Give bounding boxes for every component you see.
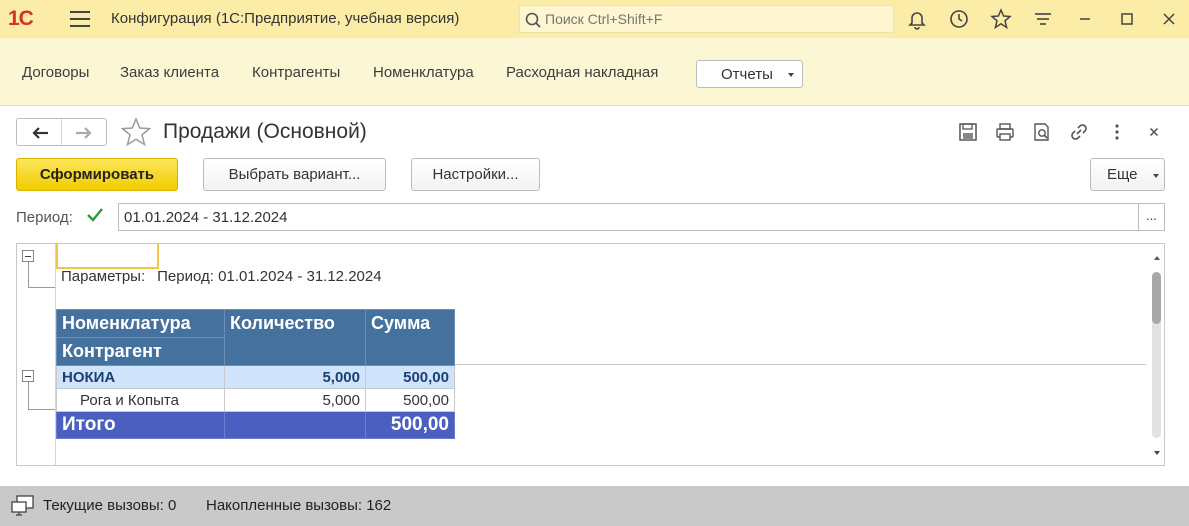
history-icon[interactable]	[948, 8, 970, 30]
close-icon[interactable]	[1158, 8, 1180, 30]
table-row-detail[interactable]: Рога и Копыта 5,000 500,00	[56, 388, 455, 412]
funnel-menu-icon[interactable]	[1032, 8, 1054, 30]
collapse-group-icon[interactable]	[22, 370, 34, 382]
performance-monitor-icon[interactable]	[10, 494, 36, 518]
section-customer-order[interactable]: Заказ клиента	[120, 64, 219, 81]
accumulated-calls: Накопленные вызовы: 162	[206, 497, 392, 514]
app-logo[interactable]: 1С	[8, 8, 52, 30]
selected-cell[interactable]	[56, 244, 159, 269]
link-icon[interactable]	[1068, 121, 1090, 143]
detail-quantity: 5,000	[224, 388, 366, 412]
report-table: Номенклатура Количество Сумма Контрагент…	[56, 309, 455, 439]
more-vertical-icon[interactable]	[1106, 121, 1128, 143]
group-quantity: 5,000	[224, 365, 366, 389]
preview-icon[interactable]	[1031, 121, 1053, 143]
print-icon[interactable]	[994, 121, 1016, 143]
main-menu-icon[interactable]	[70, 11, 90, 27]
total-quantity-empty	[224, 411, 366, 439]
minimize-icon[interactable]	[1074, 8, 1096, 30]
close-form-icon[interactable]	[1143, 121, 1165, 143]
reports-label: Отчеты	[721, 66, 773, 83]
arrow-right-icon	[76, 127, 92, 139]
group-name: НОКИА	[56, 365, 225, 389]
chevron-down-icon	[788, 73, 794, 77]
table-row-group[interactable]: НОКИА 5,000 500,00	[56, 365, 455, 389]
total-amount: 500,00	[365, 411, 455, 439]
form-title: Продажи (Основной)	[163, 120, 367, 143]
sections-panel: Договоры Заказ клиента Контрагенты Номен…	[0, 38, 1189, 106]
maximize-icon[interactable]	[1116, 8, 1138, 30]
search-box[interactable]	[519, 5, 894, 33]
header-amount: Сумма	[365, 309, 455, 366]
period-choose-button[interactable]: ...	[1138, 203, 1165, 231]
scroll-up-icon[interactable]	[1154, 256, 1160, 260]
period-value: 01.01.2024 - 31.12.2024	[124, 209, 288, 226]
choose-variant-button[interactable]: Выбрать вариант...	[203, 158, 386, 191]
more-button[interactable]: Еще	[1090, 158, 1165, 191]
section-contracts[interactable]: Договоры	[22, 64, 89, 81]
period-label: Период:	[16, 209, 73, 226]
forward-button[interactable]	[62, 119, 106, 145]
group-amount: 500,00	[365, 365, 455, 389]
title-bar: 1С Конфигурация (1С:Предприятие, учебная…	[0, 0, 1189, 38]
detail-name: Рога и Копыта	[56, 388, 225, 412]
params-label: Параметры:	[61, 268, 146, 285]
app-title: Конфигурация (1С:Предприятие, учебная ве…	[111, 10, 460, 27]
bell-icon[interactable]	[906, 8, 928, 30]
table-row-total[interactable]: Итого 500,00	[56, 411, 455, 439]
reports-button[interactable]: Отчеты	[696, 60, 803, 88]
section-sales-invoice[interactable]: Расходная накладная	[506, 64, 658, 81]
scroll-thumb[interactable]	[1152, 272, 1161, 438]
detail-amount: 500,00	[365, 388, 455, 412]
period-field[interactable]: 01.01.2024 - 31.12.2024	[118, 203, 1138, 231]
back-button[interactable]	[17, 119, 62, 145]
header-quantity: Количество	[224, 309, 366, 366]
collapse-params-icon[interactable]	[22, 250, 34, 262]
status-bar	[0, 486, 1189, 526]
total-label: Итого	[56, 411, 225, 439]
section-counterparties[interactable]: Контрагенты	[252, 64, 340, 81]
navigation-buttons	[16, 118, 107, 146]
more-label: Еще	[1107, 166, 1138, 183]
generate-button[interactable]: Сформировать	[16, 158, 178, 191]
current-calls: Текущие вызовы: 0	[43, 497, 177, 514]
settings-button[interactable]: Настройки...	[411, 158, 540, 191]
vertical-scrollbar[interactable]	[1150, 244, 1164, 465]
group-bracket	[28, 382, 55, 410]
chevron-down-icon	[1153, 174, 1159, 178]
scroll-down-icon[interactable]	[1154, 451, 1160, 455]
group-bracket	[28, 262, 55, 288]
period-checkbox[interactable]	[86, 206, 104, 224]
report-parameters: Параметры: Период: 01.01.2024 - 31.12.202…	[61, 268, 382, 285]
params-value: Период: 01.01.2024 - 31.12.2024	[157, 268, 382, 285]
star-icon[interactable]	[990, 8, 1012, 30]
header-counterparty: Контрагент	[56, 337, 225, 366]
section-nomenclature[interactable]: Номенклатура	[373, 64, 474, 81]
save-icon[interactable]	[957, 121, 979, 143]
favorite-star-icon[interactable]	[120, 117, 152, 147]
search-icon	[525, 12, 541, 28]
arrow-left-icon	[32, 127, 48, 139]
search-input[interactable]	[545, 9, 885, 29]
report-document[interactable]: Параметры: Период: 01.01.2024 - 31.12.202…	[16, 243, 1165, 466]
header-nomenclature: Номенклатура	[56, 309, 225, 338]
